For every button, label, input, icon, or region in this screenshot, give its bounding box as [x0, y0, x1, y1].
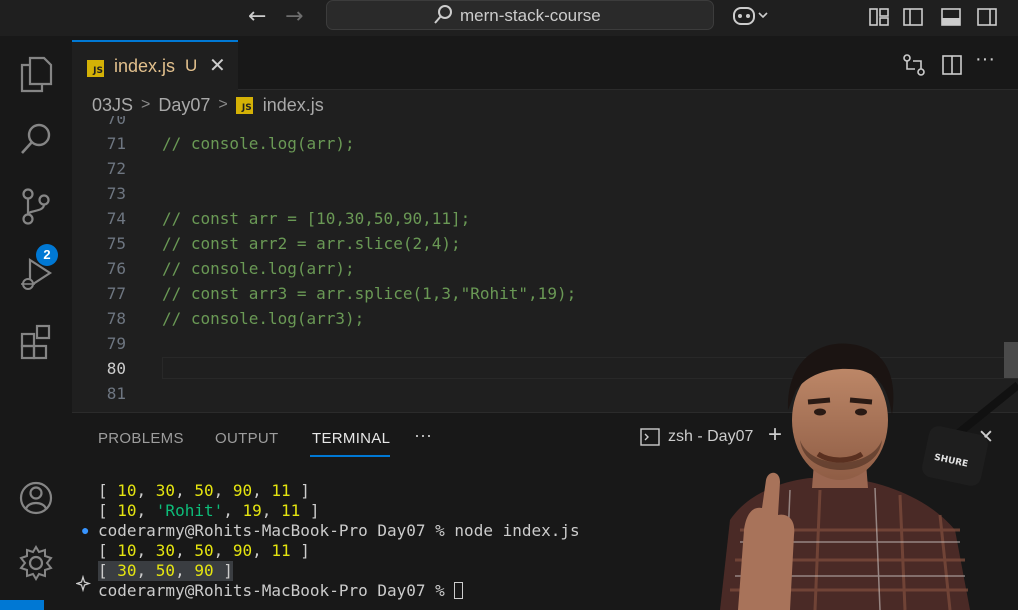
code-text: // const arr2 = arr.slice(2,4); — [162, 234, 461, 253]
split-editor-icon[interactable] — [940, 53, 964, 77]
code-line[interactable]: 74 // const arr = [10,30,50,90,11]; — [72, 206, 1018, 231]
run-debug-icon[interactable] — [18, 254, 54, 294]
breadcrumb: 03JS > Day07 > JS index.js — [92, 94, 324, 116]
toggle-secondary-sidebar-icon[interactable] — [976, 6, 998, 28]
customize-layout-icon[interactable] — [868, 6, 890, 28]
line-number: 73 — [106, 184, 126, 203]
toggle-panel-icon[interactable] — [940, 6, 962, 28]
line-number: 81 — [106, 384, 126, 403]
back-arrow-icon[interactable]: ← — [248, 4, 266, 29]
code-line[interactable]: 73 — [72, 181, 1018, 206]
line-number: 70 — [106, 116, 126, 128]
tab-problems[interactable]: PROBLEMS — [98, 430, 184, 447]
tab-label: index.js — [114, 56, 176, 76]
breadcrumb-folder-day07[interactable]: Day07 — [158, 95, 210, 116]
explorer-icon[interactable] — [18, 54, 54, 94]
code-line[interactable]: 76 // console.log(arr); — [72, 256, 1018, 281]
code-line[interactable]: 70 — [72, 116, 1018, 131]
code-line[interactable]: 78 // console.log(arr3); — [72, 306, 1018, 331]
terminal-output-line: [ 30, 50, 90 ] — [98, 561, 233, 581]
line-number: 74 — [106, 209, 126, 228]
line-number: 80 — [106, 359, 126, 378]
extensions-icon[interactable] — [18, 322, 54, 362]
tab-index-js[interactable]: JS index.js U ✕ — [72, 40, 238, 90]
terminal-icon — [640, 428, 660, 446]
code-text: // console.log(arr3); — [162, 309, 365, 328]
javascript-file-icon: JS — [235, 96, 253, 114]
line-number: 75 — [106, 234, 126, 253]
copilot-icon[interactable] — [732, 4, 772, 28]
toggle-primary-sidebar-icon[interactable] — [902, 6, 924, 28]
untracked-indicator: U — [185, 56, 198, 75]
activity-bar: 2 — [0, 36, 72, 610]
more-panel-views-icon[interactable]: ··· — [414, 425, 432, 446]
source-control-icon[interactable] — [18, 186, 54, 226]
accounts-icon[interactable] — [18, 478, 54, 518]
settings-gear-icon[interactable] — [18, 543, 54, 583]
title-bar: ← → mern-stack-course — [0, 0, 1018, 36]
sparkle-icon[interactable] — [76, 575, 94, 593]
command-decoration-icon[interactable]: ● — [81, 522, 89, 538]
close-tab-icon[interactable]: ✕ — [209, 53, 226, 78]
line-number: 78 — [106, 309, 126, 328]
forward-arrow-icon[interactable]: → — [285, 4, 303, 29]
code-line[interactable]: 72 — [72, 156, 1018, 181]
breadcrumb-file[interactable]: index.js — [263, 95, 324, 116]
line-number: 71 — [106, 134, 126, 153]
javascript-file-icon: JS — [87, 60, 104, 77]
active-tab-indicator — [310, 455, 390, 457]
line-number: 79 — [106, 334, 126, 353]
terminal-command-line: coderarmy@Rohits-MacBook-Pro Day07 % nod… — [98, 521, 580, 540]
code-text: // const arr = [10,30,50,90,11]; — [162, 209, 471, 228]
search-icon[interactable] — [18, 120, 54, 160]
remote-indicator[interactable] — [0, 600, 44, 610]
compare-changes-icon[interactable] — [902, 53, 926, 77]
terminal-output-line: [ 10, 30, 50, 90, 11 ] — [98, 541, 310, 560]
code-text: // console.log(arr); — [162, 259, 355, 278]
breadcrumb-folder-03js[interactable]: 03JS — [92, 95, 133, 116]
line-number: 76 — [106, 259, 126, 278]
terminal-cursor — [454, 582, 464, 599]
code-line[interactable]: 75 // const arr2 = arr.slice(2,4); — [72, 231, 1018, 256]
line-number: 72 — [106, 159, 126, 178]
line-number: 77 — [106, 284, 126, 303]
search-text: mern-stack-course — [460, 6, 601, 25]
chevron-right-icon: > — [218, 96, 228, 113]
tab-output[interactable]: OUTPUT — [215, 430, 278, 447]
terminal-output-line: [ 10, 30, 50, 90, 11 ] — [98, 481, 310, 500]
code-text: // console.log(arr); — [162, 134, 355, 153]
search-icon — [434, 5, 452, 24]
code-line[interactable]: 77 // const arr3 = arr.splice(1,3,"Rohit"… — [72, 281, 1018, 306]
more-actions-icon[interactable]: ··· — [975, 48, 995, 71]
chevron-right-icon: > — [141, 96, 151, 113]
terminal-output-line: [ 10, 'Rohit', 19, 11 ] — [98, 501, 320, 520]
code-line[interactable]: 71 // console.log(arr); — [72, 131, 1018, 156]
code-text: // const arr3 = arr.splice(1,3,"Rohit",1… — [162, 284, 577, 303]
presenter-webcam-overlay: SHURE — [720, 343, 1018, 610]
editor-tab-strip: JS index.js U ✕ ··· — [72, 36, 1018, 90]
command-center-search[interactable]: mern-stack-course — [326, 0, 714, 30]
terminal-prompt-line[interactable]: coderarmy@Rohits-MacBook-Pro Day07 % — [98, 581, 464, 601]
tab-terminal[interactable]: TERMINAL — [312, 430, 390, 447]
